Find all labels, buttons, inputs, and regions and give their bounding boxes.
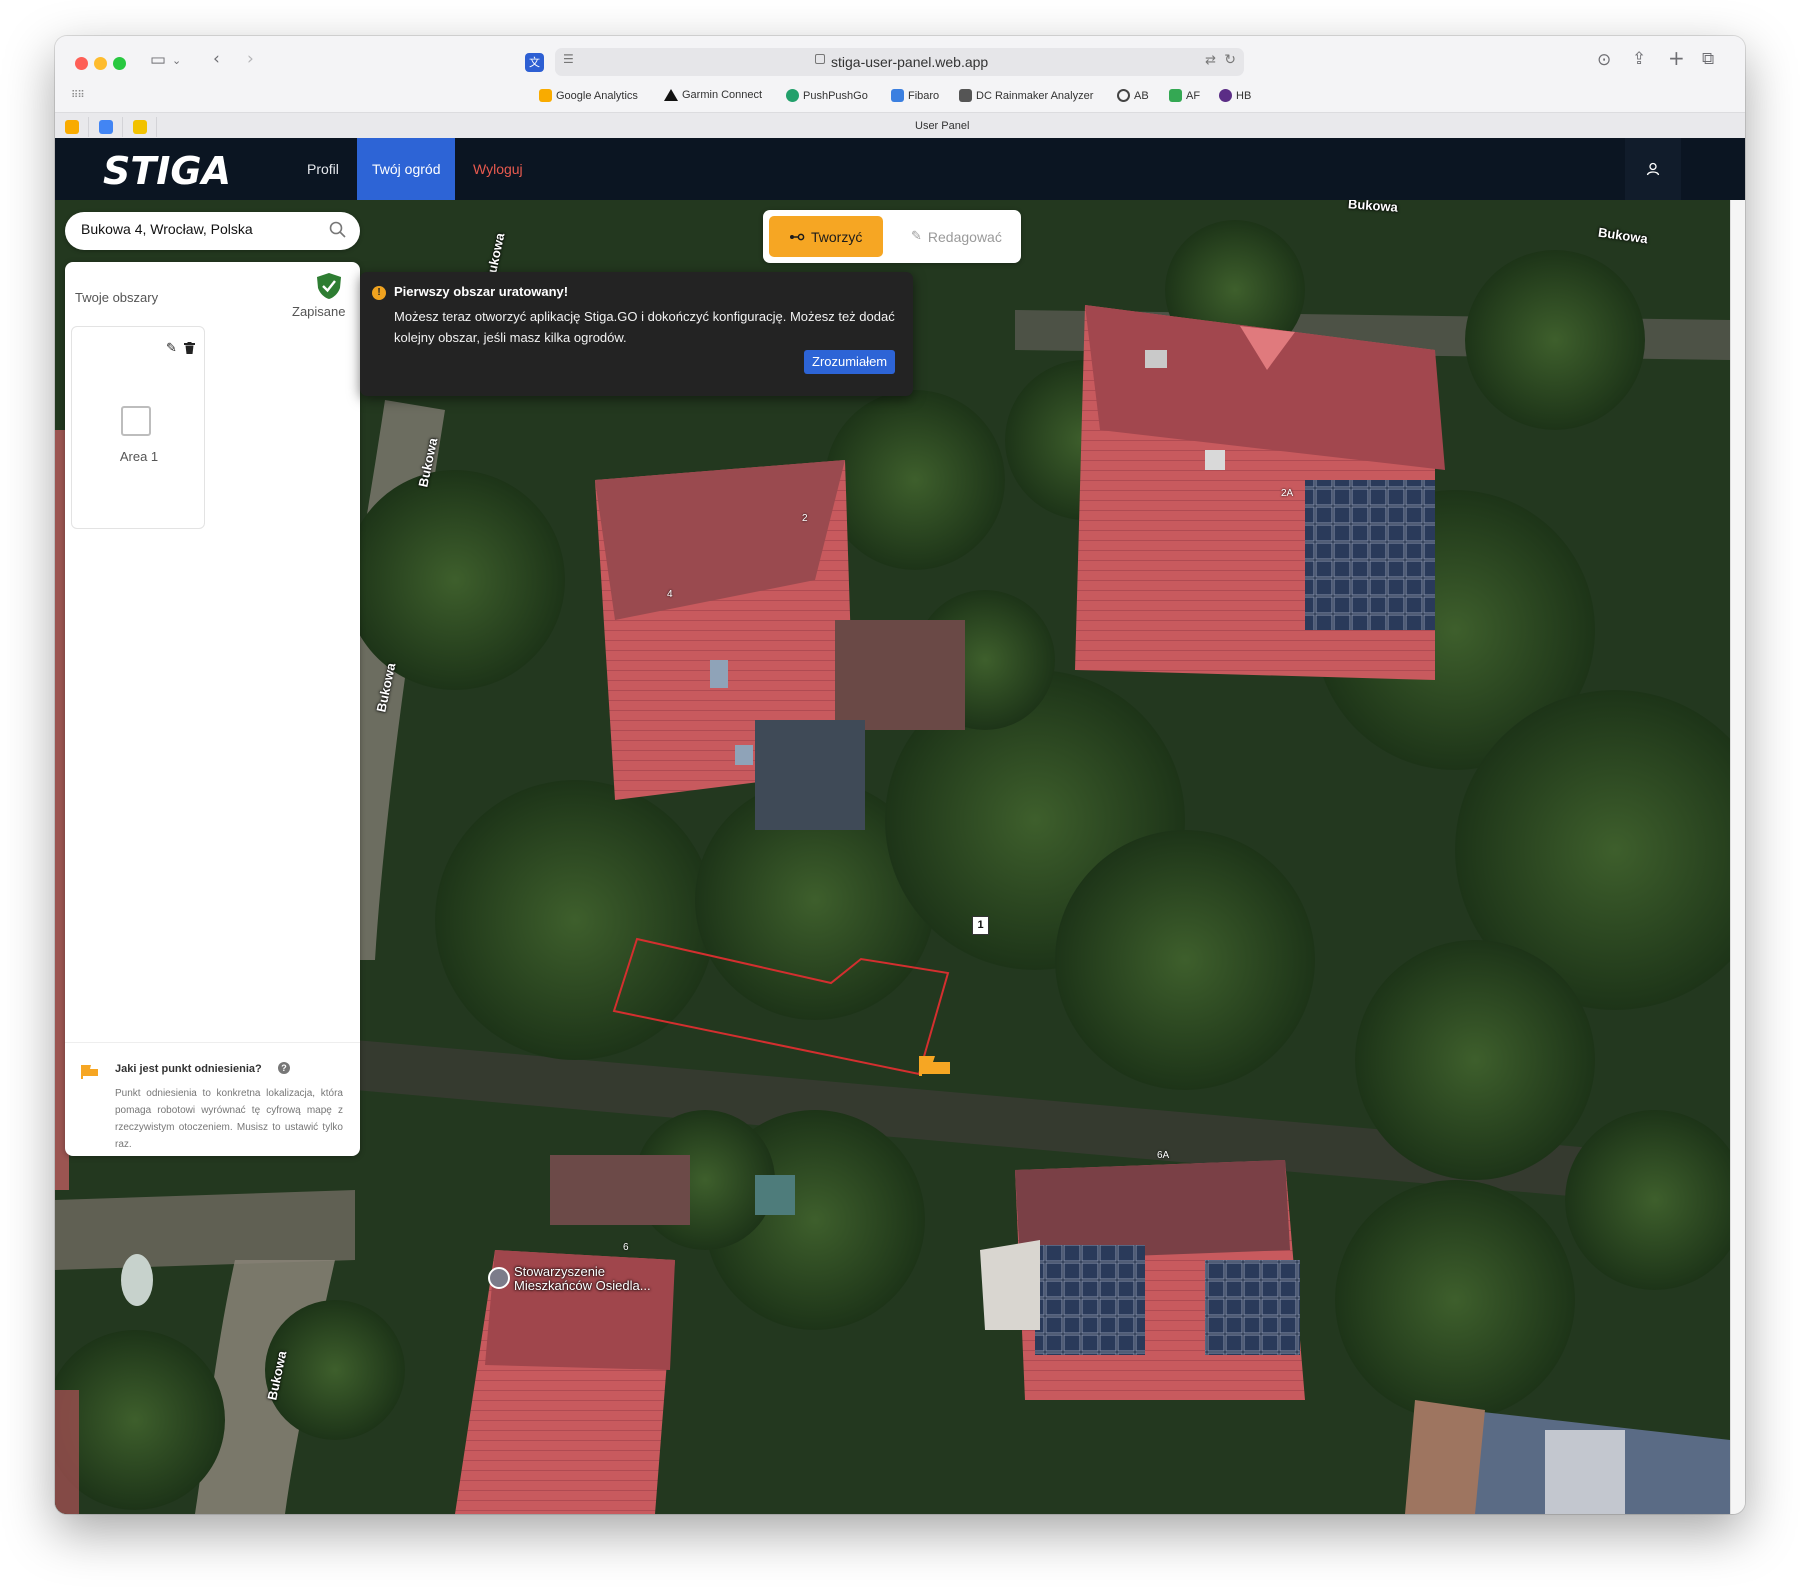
pencil-icon[interactable]: ✎ <box>166 341 177 356</box>
shield-check-icon <box>317 273 341 299</box>
browser-toolbar: ▭ ⌄ ‹ › 文 ☰ stiga-user-panel.web.app ⇄ ↻… <box>55 36 1745 138</box>
url-text: stiga-user-panel.web.app <box>831 54 989 70</box>
share-icon[interactable]: ⇪ <box>1632 49 1646 69</box>
analytics-icon <box>64 120 79 134</box>
tab-strip: User Panel <box>55 112 1745 138</box>
bookmark-af[interactable]: AF <box>1169 89 1200 102</box>
house-number: 6 <box>623 1242 629 1253</box>
create-mode-button[interactable]: Tworzyć <box>769 216 883 257</box>
house-number: 4 <box>667 589 673 600</box>
active-tab-title[interactable]: User Panel <box>915 120 969 132</box>
edit-mode-label: Redagować <box>927 228 1002 245</box>
address-search-input[interactable] <box>81 221 311 237</box>
toast-message: Możesz teraz otworzyć aplikację Stiga.GO… <box>394 309 895 345</box>
mode-toggle: Tworzyć ✎ Redagować <box>763 210 1021 263</box>
search-icon[interactable] <box>328 220 348 240</box>
area-card[interactable]: ✎ Area 1 <box>71 326 205 529</box>
house-number: 2 <box>802 513 808 524</box>
bookmark-hb[interactable]: HB <box>1219 89 1251 102</box>
area-name: Area 1 <box>119 449 159 464</box>
bookmark-ab[interactable]: AB <box>1117 89 1149 102</box>
new-tab-icon[interactable]: + <box>1668 48 1685 68</box>
create-mode-label: Tworzyć <box>811 228 863 245</box>
zoom-window-button[interactable] <box>113 57 126 70</box>
poi-marker[interactable]: Stowarzyszenie Mieszkańców Osiedla... <box>488 1265 664 1293</box>
extension-icon[interactable]: 文 <box>525 53 544 72</box>
success-toast: ! Pierwszy obszar uratowany! Możesz tera… <box>360 272 913 396</box>
bookmark-fibaro[interactable]: Fibaro <box>891 89 939 102</box>
connect-points-icon <box>790 233 805 240</box>
page-scrollbar[interactable] <box>1730 200 1745 1514</box>
hb-icon <box>1219 89 1232 102</box>
bookmark-google-analytics[interactable]: Google Analytics <box>539 89 638 102</box>
forward-icon[interactable]: › <box>247 49 254 69</box>
app-icon <box>132 120 147 134</box>
app-navbar: STIGA Profil Twój ogród Wyloguj <box>55 138 1745 200</box>
pinned-tab-calendar[interactable] <box>89 117 123 137</box>
reference-info-title: Jaki jest punkt odniesienia? <box>115 1063 262 1075</box>
garmin-icon <box>664 89 678 101</box>
area-shape-icon <box>121 406 151 436</box>
pinned-tab-analytics[interactable] <box>55 117 89 137</box>
reference-info-text: Punkt odniesienia to konkretna lokalizac… <box>115 1088 343 1150</box>
browser-window: ▭ ⌄ ‹ › 文 ☰ stiga-user-panel.web.app ⇄ ↻… <box>55 36 1745 1514</box>
pencil-icon: ✎ <box>911 229 922 244</box>
user-menu-button[interactable] <box>1625 138 1681 200</box>
warning-icon: ! <box>372 286 386 300</box>
chevron-down-icon[interactable]: ⌄ <box>172 51 181 71</box>
poi-icon <box>488 1267 510 1289</box>
dc-rainmaker-icon <box>959 89 972 102</box>
reload-icon[interactable]: ↻ <box>1224 52 1236 68</box>
translate-icon[interactable]: ⇄ <box>1205 53 1216 68</box>
bookmark-pushpushgo[interactable]: PushPushGo <box>786 89 868 102</box>
flag-icon <box>81 1065 98 1079</box>
bookmark-garmin-connect[interactable]: Garmin Connect <box>664 89 762 101</box>
google-analytics-icon <box>539 89 552 102</box>
minimize-window-button[interactable] <box>94 57 107 70</box>
help-icon[interactable]: ? <box>278 1062 290 1074</box>
area-number-marker[interactable]: 1 <box>972 916 989 935</box>
bookmark-dc-rainmaker[interactable]: DC Rainmaker Analyzer <box>959 89 1093 102</box>
back-icon[interactable]: ‹ <box>213 49 220 69</box>
nav-logout[interactable]: Wyloguj <box>458 138 538 200</box>
bookmarks-bar: Google Analytics Garmin Connect PushPush… <box>55 86 1745 108</box>
reader-icon[interactable]: ☰ <box>563 52 577 66</box>
user-icon <box>1646 162 1660 176</box>
house-number: 2A <box>1281 488 1294 499</box>
fibaro-icon <box>891 89 904 102</box>
download-icon[interactable]: ⊙ <box>1597 50 1611 70</box>
tab-overview-icon[interactable]: ⧉ <box>1702 49 1714 69</box>
pinned-tab-app[interactable] <box>123 117 157 137</box>
save-status: Zapisane <box>292 304 346 319</box>
lock-icon <box>815 54 825 64</box>
house-number: 6A <box>1157 1150 1170 1161</box>
sidebar-toggle-icon[interactable]: ▭ <box>150 50 166 70</box>
pushpushgo-icon <box>786 89 799 102</box>
logo-text: STIGA <box>103 150 231 188</box>
poi-label: Stowarzyszenie Mieszkańców Osiedla... <box>514 1264 651 1293</box>
calendar-icon <box>98 120 113 134</box>
ab-icon <box>1117 89 1130 102</box>
reference-point-info: Jaki jest punkt odniesienia? ? Punkt odn… <box>65 1042 360 1156</box>
toast-title: Pierwszy obszar uratowany! <box>394 284 569 299</box>
nav-garden[interactable]: Twój ogród <box>357 138 456 200</box>
address-search <box>65 212 360 250</box>
acknowledge-button[interactable]: Zrozumiałem <box>804 350 896 374</box>
close-window-button[interactable] <box>75 57 88 70</box>
areas-panel-title: Twoje obszary <box>75 290 159 305</box>
trash-icon[interactable] <box>184 342 195 354</box>
nav-profile[interactable]: Profil <box>292 138 354 200</box>
edit-mode-button[interactable]: ✎ Redagować <box>891 216 1015 257</box>
address-bar[interactable]: ☰ stiga-user-panel.web.app ⇄ ↻ <box>555 48 1244 76</box>
stiga-logo: STIGA <box>103 150 231 188</box>
areas-panel: Twoje obszary Zapisane ✎ Area 1 Jaki jes… <box>65 262 360 1156</box>
af-icon <box>1169 89 1182 102</box>
